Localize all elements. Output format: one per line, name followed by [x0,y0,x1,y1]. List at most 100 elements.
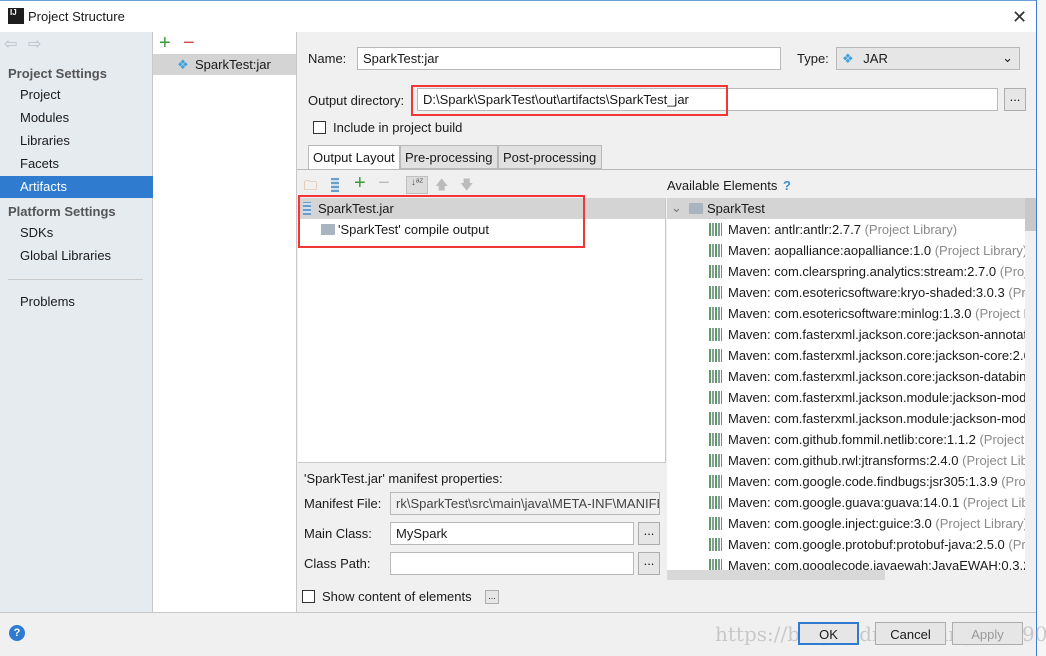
library-name: Maven: com.fasterxml.jackson.core:jackso… [728,348,1026,363]
manifest-heading: 'SparkTest.jar' manifest properties: [304,471,503,486]
sidebar-item-sdks[interactable]: SDKs [0,222,153,244]
class-path-label: Class Path: [304,556,371,571]
sidebar-item-artifacts[interactable]: Artifacts [0,176,153,198]
archive-icon[interactable] [331,178,339,192]
library-name: Maven: com.google.protobuf:protobuf-java… [728,537,1005,552]
library-icon [709,286,722,299]
library-icon [709,349,722,362]
library-item[interactable]: Maven: com.fasterxml.jackson.core:jackso… [667,345,1026,366]
class-path-input[interactable] [390,552,634,575]
forward-arrow-icon[interactable]: ⇨ [28,34,41,54]
sidebar-item-facets[interactable]: Facets [0,153,153,175]
title-bar: IJ Project Structure ✕ [0,0,1036,32]
sidebar-item-global-libraries[interactable]: Global Libraries [0,245,153,267]
remove-icon[interactable]: − [183,32,195,54]
library-icon [709,454,722,467]
output-directory-label: Output directory: [308,93,405,108]
main-class-browse-button[interactable]: ... [638,522,660,545]
library-item[interactable]: Maven: com.fasterxml.jackson.module:jack… [667,408,1026,429]
library-list: Maven: antlr:antlr:2.7.7 (Project Librar… [667,219,1026,576]
main-class-label: Main Class: [304,526,372,541]
main-class-input[interactable]: MySpark [390,522,634,545]
library-icon [709,517,722,530]
sidebar-item-project[interactable]: Project [0,84,153,106]
library-icon [709,538,722,551]
library-icon [709,328,722,341]
library-icon [709,223,722,236]
library-scope: (Project Library) [979,432,1026,447]
module-label: SparkTest [707,201,765,216]
library-scope: (Project Library) [864,222,958,237]
library-scope: (Project Library) [1001,474,1026,489]
apply-button[interactable]: Apply [952,622,1023,645]
chevron-down-icon[interactable]: ⌄ [671,200,682,216]
library-item[interactable]: Maven: com.google.inject:guice:3.0 (Proj… [667,513,1026,534]
background-edge [1036,0,1046,656]
help-icon[interactable]: ? [9,625,25,641]
library-item[interactable]: Maven: com.github.fommil.netlib:core:1.1… [667,429,1026,450]
show-content-checkbox[interactable] [302,590,315,603]
add-element-icon[interactable]: + [354,172,366,195]
show-content-label: Show content of elements [322,589,472,604]
available-elements-tree: ⌄ SparkTest Maven: antlr:antlr:2.7.7 (Pr… [667,198,1026,580]
library-item[interactable]: Maven: com.google.guava:guava:14.0.1 (Pr… [667,492,1026,513]
library-item[interactable]: Maven: antlr:antlr:2.7.7 (Project Librar… [667,219,1026,240]
library-item[interactable]: Maven: com.fasterxml.jackson.module:jack… [667,387,1026,408]
artifact-item[interactable]: ❖ SparkTest:jar [153,54,296,75]
library-item[interactable]: Maven: com.fasterxml.jackson.core:jackso… [667,366,1026,387]
ok-button[interactable]: OK [798,622,859,645]
add-icon[interactable]: + [159,32,171,54]
library-item[interactable]: Maven: com.clearspring.analytics:stream:… [667,261,1026,282]
scrollbar-thumb[interactable] [667,570,885,580]
library-item[interactable]: Maven: com.fasterxml.jackson.core:jackso… [667,324,1026,345]
library-icon [709,496,722,509]
type-select[interactable]: ❖ JAR ⌄ [836,47,1020,70]
section-platform-settings: Platform Settings [8,204,116,219]
name-label: Name: [308,51,347,66]
library-icon [709,391,722,404]
library-item[interactable]: Maven: com.google.protobuf:protobuf-java… [667,534,1026,555]
sidebar-item-libraries[interactable]: Libraries [0,130,153,152]
sidebar-item-problems[interactable]: Problems [0,291,153,313]
name-input[interactable]: SparkTest:jar [357,47,781,70]
library-item[interactable]: Maven: com.esotericsoftware:kryo-shaded:… [667,282,1026,303]
section-project-settings: Project Settings [8,66,107,81]
browse-output-button[interactable]: ... [1004,88,1026,111]
tab-divider [297,169,1036,170]
module-folder-icon [689,203,703,214]
available-elements-label: Available Elements [667,178,778,193]
library-name: Maven: com.fasterxml.jackson.module:jack… [728,411,1026,426]
cancel-button[interactable]: Cancel [875,622,946,645]
library-item[interactable]: Maven: aopalliance:aopalliance:1.0 (Proj… [667,240,1026,261]
back-arrow-icon[interactable]: ⇦ [4,34,17,54]
library-item[interactable]: Maven: com.google.code.findbugs:jsr305:1… [667,471,1026,492]
vertical-scrollbar[interactable] [1025,198,1036,580]
window-title: Project Structure [28,9,125,24]
library-item[interactable]: Maven: com.github.rwl:jtransforms:2.4.0 … [667,450,1026,471]
sort-icon[interactable]: ↓ᵃᶻ [406,176,428,194]
close-icon[interactable]: ✕ [1012,7,1027,28]
include-build-checkbox[interactable] [313,121,326,134]
scrollbar-thumb[interactable] [1025,198,1036,231]
tree-item-module[interactable]: ⌄ SparkTest [667,198,1026,219]
library-name: Maven: com.google.code.findbugs:jsr305:1… [728,474,998,489]
tab-output-layout[interactable]: Output Layout [308,145,400,170]
library-scope: (Project Library) [935,516,1026,531]
horizontal-scrollbar[interactable] [667,570,1025,580]
divider [298,462,666,463]
library-icon [709,412,722,425]
manifest-file-input[interactable]: rk\SparkTest\src\main\java\META-INF\MANI… [390,492,660,515]
sidebar: ⇦ ⇨ Project Settings Project Modules Lib… [0,32,153,612]
sidebar-item-modules[interactable]: Modules [0,107,153,129]
remove-element-icon[interactable]: − [378,172,390,195]
show-content-options-button[interactable]: ... [485,590,499,604]
help-icon[interactable]: ? [783,178,791,193]
tab-pre-processing[interactable]: Pre-processing [400,145,498,169]
library-name: Maven: com.esotericsoftware:minlog:1.3.0 [728,306,972,321]
class-path-browse-button[interactable]: ... [638,552,660,575]
library-item[interactable]: Maven: com.esotericsoftware:minlog:1.3.0… [667,303,1026,324]
tab-post-processing[interactable]: Post-processing [498,145,602,169]
type-label: Type: [797,51,829,66]
manifest-file-label: Manifest File: [304,496,382,511]
library-name: Maven: com.google.inject:guice:3.0 [728,516,932,531]
